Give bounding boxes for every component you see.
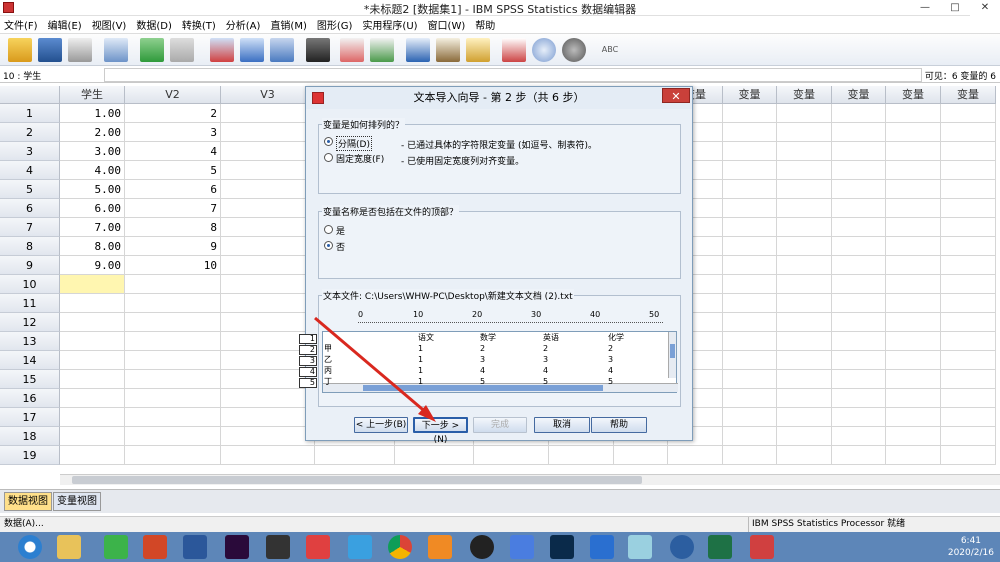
arrow-shaft — [314, 316, 429, 416]
annotation-arrow — [314, 316, 436, 422]
